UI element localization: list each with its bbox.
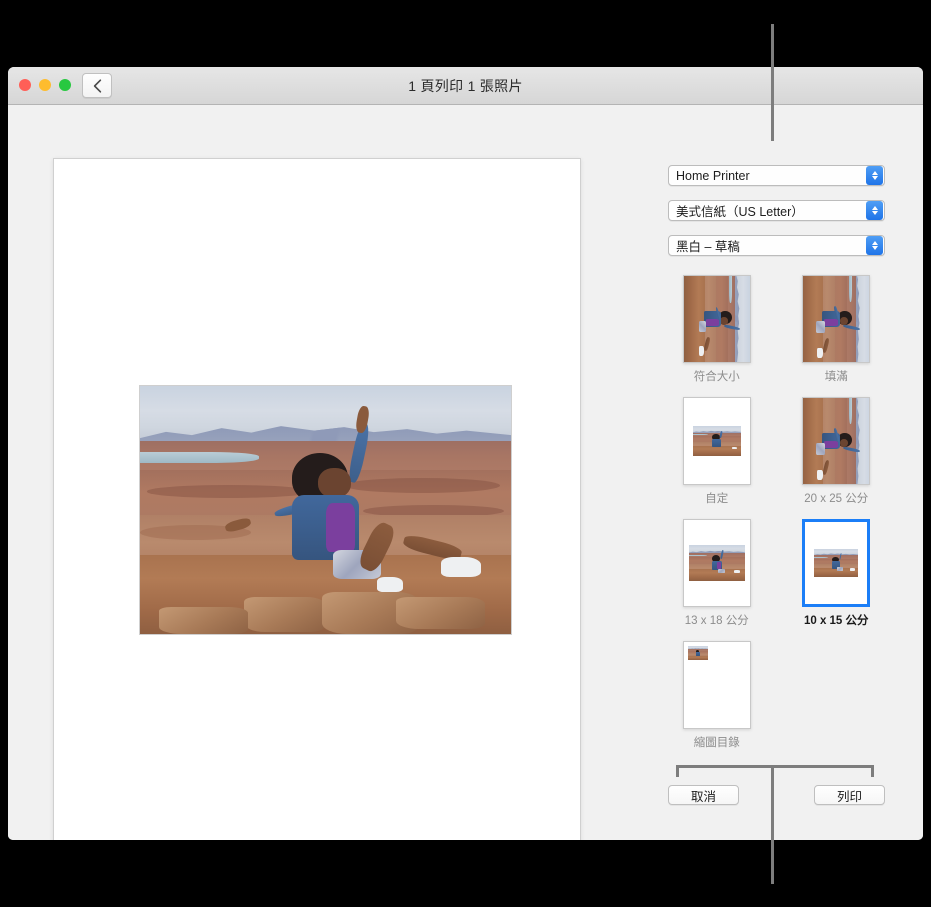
layout-option-thumbnail bbox=[802, 275, 870, 363]
thumbnail-photo bbox=[688, 646, 708, 660]
layout-option-label: 填滿 bbox=[825, 368, 848, 384]
printer-popup-button[interactable]: Home Printer bbox=[668, 165, 885, 186]
callout-bracket-top-edge bbox=[676, 765, 874, 768]
layout-option-thumbnail bbox=[683, 641, 751, 729]
photo-canyon-streak bbox=[344, 478, 500, 493]
photo-rock bbox=[244, 597, 326, 632]
layout-option-thumbnail bbox=[683, 397, 751, 485]
photo-lake bbox=[140, 452, 259, 463]
layout-options-grid: 符合大小 bbox=[668, 275, 885, 750]
layout-option-10x15[interactable]: 10 x 15 公分 bbox=[788, 519, 886, 628]
layout-option-fit[interactable]: 符合大小 bbox=[668, 275, 766, 384]
layout-option-fill[interactable]: 填滿 bbox=[788, 275, 886, 384]
layout-option-20x25[interactable]: 20 x 25 公分 bbox=[788, 397, 886, 506]
layout-option-label: 13 x 18 公分 bbox=[685, 612, 749, 628]
layout-option-label: 10 x 15 公分 bbox=[804, 612, 869, 628]
layout-option-contact-sheet[interactable]: 縮圖目錄 bbox=[668, 641, 766, 750]
layout-option-13x18[interactable]: 13 x 18 公分 bbox=[668, 519, 766, 628]
window-titlebar: 1 頁列印 1 張照片 bbox=[8, 67, 923, 105]
layout-option-custom[interactable]: 自定 bbox=[668, 397, 766, 506]
layout-option-thumbnail bbox=[683, 519, 751, 607]
layout-option-label: 自定 bbox=[705, 490, 728, 506]
photo-person-shoe bbox=[441, 557, 482, 577]
quality-popup-button[interactable]: 黑白 – 草稿 bbox=[668, 235, 885, 256]
window-title: 1 頁列印 1 張照片 bbox=[8, 76, 923, 96]
photo-rock bbox=[396, 597, 485, 629]
layout-option-thumbnail bbox=[802, 519, 870, 607]
print-button[interactable]: 列印 bbox=[814, 785, 885, 805]
paper-size-popup-button[interactable]: 美式信紙（US Letter） bbox=[668, 200, 885, 221]
chevron-updown-icon bbox=[866, 201, 883, 220]
preview-pane bbox=[8, 105, 653, 840]
photo-person-shoe bbox=[377, 577, 403, 592]
photo-rock bbox=[159, 607, 248, 634]
preview-photo[interactable] bbox=[139, 385, 512, 635]
options-pane: Home Printer 美式信紙（US Letter） 黑白 – 草稿 bbox=[653, 105, 923, 840]
chevron-updown-icon bbox=[866, 236, 883, 255]
photo-person-top bbox=[326, 503, 356, 553]
thumbnail-photo bbox=[684, 275, 750, 363]
printer-popup-value: Home Printer bbox=[669, 169, 866, 183]
callout-bracket bbox=[676, 765, 874, 777]
page-preview-sheet bbox=[53, 158, 581, 840]
thumbnail-photo bbox=[802, 275, 870, 363]
thumbnail-photo bbox=[689, 545, 745, 581]
thumbnail-photo bbox=[814, 549, 858, 577]
callout-line-top bbox=[771, 24, 774, 141]
layout-option-label: 縮圖目錄 bbox=[694, 734, 740, 750]
quality-popup-value: 黑白 – 草稿 bbox=[669, 236, 866, 255]
layout-option-label: 20 x 25 公分 bbox=[804, 490, 868, 506]
thumbnail-photo bbox=[693, 426, 741, 456]
layout-option-label: 符合大小 bbox=[694, 368, 740, 384]
layout-option-thumbnail bbox=[683, 275, 751, 363]
layout-option-thumbnail bbox=[802, 397, 870, 485]
thumbnail-photo bbox=[802, 397, 870, 485]
action-buttons-row: 取消 列印 bbox=[668, 785, 885, 805]
cancel-button[interactable]: 取消 bbox=[668, 785, 739, 805]
callout-line-bottom bbox=[771, 768, 774, 884]
dialog-content: Home Printer 美式信紙（US Letter） 黑白 – 草稿 bbox=[8, 105, 923, 840]
print-dialog-window: 1 頁列印 1 張照片 bbox=[8, 67, 923, 840]
photo-canyon-streak bbox=[147, 485, 310, 497]
paper-size-popup-value: 美式信紙（US Letter） bbox=[669, 201, 866, 220]
photo-person-face bbox=[318, 468, 351, 498]
chevron-updown-icon bbox=[866, 166, 883, 185]
